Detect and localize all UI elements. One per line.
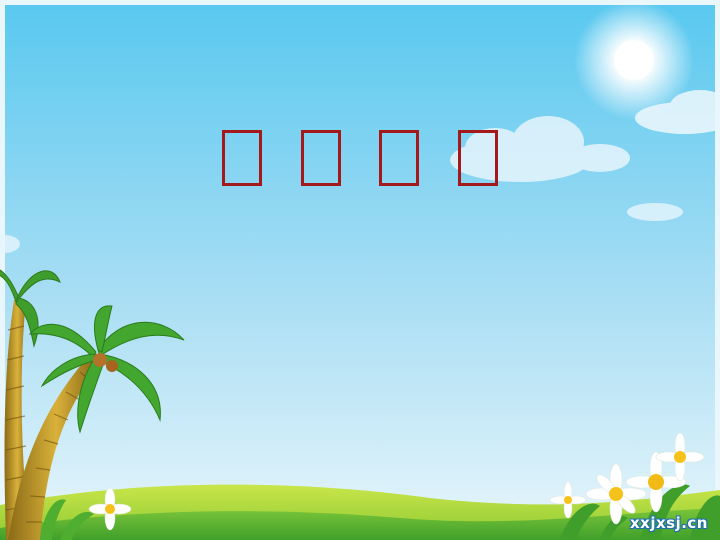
background-scene (0, 0, 720, 540)
cloud-icon (627, 203, 683, 221)
title-char-4: □ (457, 130, 498, 186)
title-char-3: □ (379, 130, 420, 186)
watermark-text: xxjxsj.cn (629, 514, 708, 532)
slide: □ □ □ □ xxjxsj.cn (0, 0, 720, 540)
slide-title: □ □ □ □ (222, 124, 498, 192)
title-char-2: □ (300, 130, 341, 186)
title-char-1: □ (222, 130, 262, 186)
